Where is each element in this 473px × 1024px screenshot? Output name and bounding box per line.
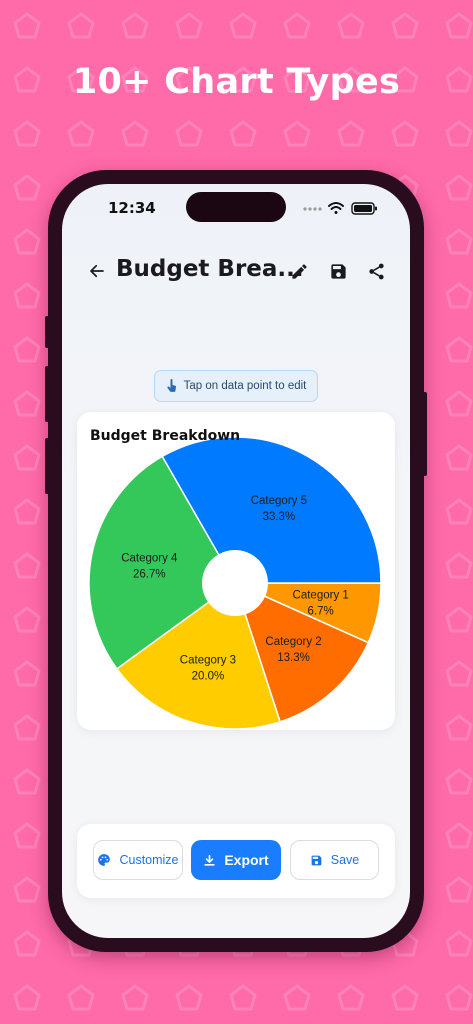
touch-hand-icon <box>167 379 176 392</box>
page-title: Budget Brea... <box>116 256 304 282</box>
edit-hint-banner: Tap on data point to edit <box>154 370 318 402</box>
battery-icon <box>351 202 377 215</box>
wifi-icon <box>328 202 344 214</box>
export-button[interactable]: Export <box>191 840 281 880</box>
save-icon-button[interactable] <box>323 256 353 286</box>
slice-label-3: Category 3 <box>180 654 236 666</box>
status-bar: 12:34 <box>62 184 410 228</box>
edit-hint-text: Tap on data point to edit <box>183 380 307 392</box>
phone-side-button <box>45 316 50 348</box>
slice-value-1: 6.7% <box>308 605 334 617</box>
customize-button[interactable]: Customize <box>93 840 183 880</box>
floppy-disk-icon <box>330 263 346 279</box>
phone-power-button <box>422 392 427 476</box>
status-time: 12:34 <box>108 199 156 217</box>
edit-button[interactable] <box>284 256 314 286</box>
slice-value-5: 33.3% <box>263 511 296 523</box>
save-button[interactable]: Save <box>290 840 379 880</box>
slice-label-4: Category 4 <box>121 553 178 565</box>
export-label: Export <box>224 852 269 868</box>
back-button[interactable] <box>82 256 112 286</box>
slice-value-2: 13.3% <box>277 652 310 664</box>
phone-frame: 12:34 Budget Brea... Tap on data point t… <box>45 170 427 952</box>
cellular-dots-icon <box>303 207 322 211</box>
customize-label: Customize <box>119 853 179 867</box>
save-label: Save <box>330 853 360 867</box>
slice-value-3: 20.0% <box>192 670 225 682</box>
app-bar: Budget Brea... <box>62 246 410 296</box>
app-screen: 12:34 Budget Brea... Tap on data point t… <box>62 184 410 938</box>
floppy-disk-icon <box>311 855 322 865</box>
status-icons <box>303 202 377 215</box>
pencil-icon <box>291 263 307 279</box>
download-icon <box>204 854 215 866</box>
slice-value-4: 26.7% <box>133 569 166 581</box>
palette-icon <box>98 854 111 866</box>
donut-hole <box>202 550 268 616</box>
slice-label-2: Category 2 <box>265 636 321 648</box>
pie-chart[interactable]: Category 1 6.7% Category 2 13.3% Category 3 2… <box>77 412 395 730</box>
headline: 10+ Chart Types <box>72 62 401 102</box>
chart-card: Category 1 6.7% Category 2 13.3% Category 3 2… <box>77 412 395 730</box>
arrow-back-icon <box>90 264 104 278</box>
share-icon <box>368 263 384 279</box>
action-bar: Customize Export Save <box>77 824 395 898</box>
phone-volume-down <box>45 438 50 494</box>
chart-title: Budget Breakdown <box>90 428 241 444</box>
slice-label-5: Category 5 <box>251 495 307 507</box>
dynamic-island <box>186 192 286 222</box>
phone-volume-up <box>45 366 50 422</box>
slice-label-1: Category 1 <box>293 589 349 601</box>
share-button[interactable] <box>361 256 391 286</box>
